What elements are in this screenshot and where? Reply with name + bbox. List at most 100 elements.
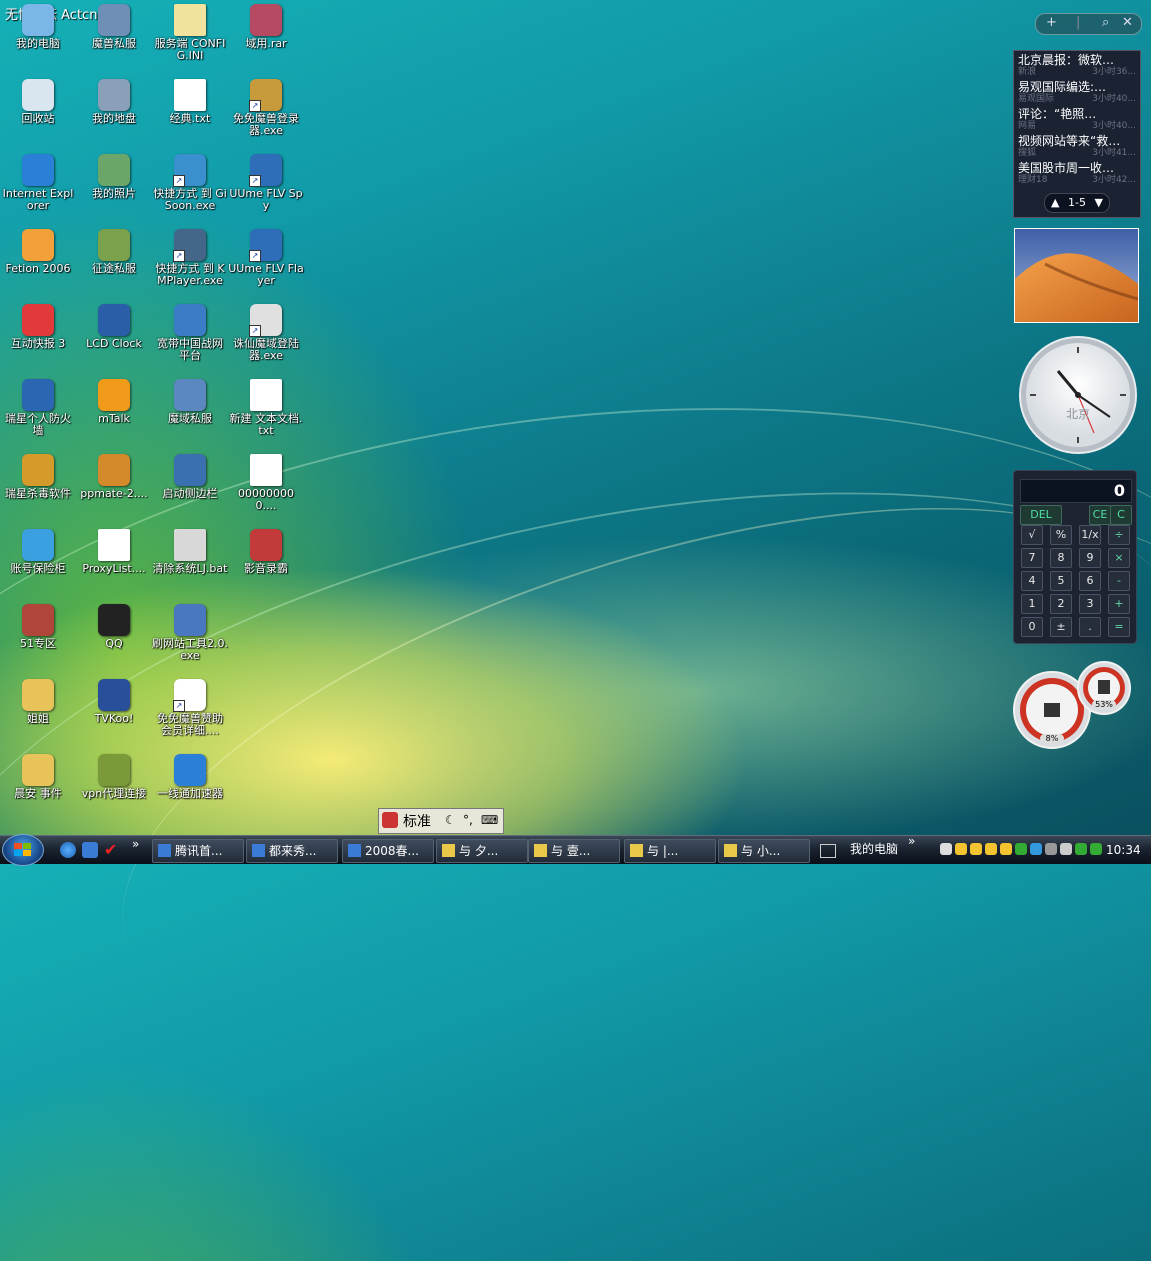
desktop-icon[interactable]: 我的照片 xyxy=(76,152,152,224)
ime-mode[interactable]: 标准 xyxy=(403,811,431,831)
desktop-icon[interactable]: vpn代理连接 xyxy=(76,752,152,824)
tray-icon[interactable] xyxy=(970,843,982,855)
desktop-icon[interactable]: LCD Clock xyxy=(76,302,152,374)
search-icon[interactable]: ⌕ xyxy=(1102,15,1109,30)
calculator-key[interactable]: + xyxy=(1108,594,1130,614)
calculator-key[interactable]: . xyxy=(1079,617,1101,637)
calculator-key[interactable]: 1/x xyxy=(1079,525,1101,545)
desktop-icon[interactable]: 魔兽私服 xyxy=(76,2,152,74)
tray-icon[interactable] xyxy=(1045,843,1057,855)
desktop-icon[interactable]: 魔域私服 xyxy=(152,377,228,449)
news-item[interactable]: 视频网站等来“救… 搜狐 3小时41... xyxy=(1018,134,1136,161)
desktop-icon[interactable]: 域用.rar xyxy=(228,2,304,74)
calculator-key[interactable]: 4 xyxy=(1021,571,1043,591)
desktop-icon[interactable]: TVKoo! xyxy=(76,677,152,749)
desktop-icon[interactable]: ↗ UUme FLV Flayer xyxy=(228,227,304,299)
desktop-icon[interactable]: 刷网站工具2.0.exe xyxy=(152,602,228,674)
tray-icon[interactable] xyxy=(1000,843,1012,855)
tray-icon[interactable] xyxy=(985,843,997,855)
toolbar-icon[interactable] xyxy=(820,844,836,858)
taskbar-button[interactable]: 2008春... xyxy=(342,839,434,863)
desktop-icon[interactable]: 经典.txt xyxy=(152,77,228,149)
calculator-key[interactable]: 7 xyxy=(1021,548,1043,568)
ie-quicklaunch-icon[interactable] xyxy=(60,842,76,858)
pager-down-icon[interactable]: ▼ xyxy=(1095,194,1103,212)
desktop-icon[interactable]: ProxyList.... xyxy=(76,527,152,599)
desktop-icon[interactable]: 瑞星个人防火墙 xyxy=(0,377,76,449)
tray-icon[interactable] xyxy=(1060,843,1072,855)
close-icon[interactable]: ✕ xyxy=(1122,15,1133,30)
desktop-icon[interactable]: 晨安 事件 xyxy=(0,752,76,824)
desktop-icon[interactable]: ↗ 免免魔兽赞助会员详细.... xyxy=(152,677,228,749)
tray-icon[interactable] xyxy=(1030,843,1042,855)
moon-icon[interactable]: ☾ xyxy=(445,813,456,827)
clock-gadget[interactable]: 北京 xyxy=(1018,335,1138,455)
taskbar-clock[interactable]: 10:34 xyxy=(1106,836,1141,864)
desktop-icon[interactable]: 宽带中国战网平台 xyxy=(152,302,228,374)
checkmark-quicklaunch-icon[interactable]: ✔ xyxy=(104,842,120,858)
calculator-key[interactable]: DEL xyxy=(1020,505,1062,525)
tray-icon[interactable] xyxy=(955,843,967,855)
desktop-icon[interactable]: 一线通加速器 xyxy=(152,752,228,824)
tray-icon[interactable] xyxy=(940,843,952,855)
desktop-icon[interactable]: 清除系统LJ.bat xyxy=(152,527,228,599)
calculator-key[interactable]: 2 xyxy=(1050,594,1072,614)
tray-icon[interactable] xyxy=(1075,843,1087,855)
desktop-icon[interactable]: ppmate-2.... xyxy=(76,452,152,524)
desktop-icon[interactable]: 启动侧边栏 xyxy=(152,452,228,524)
taskbar-button[interactable]: 与 小... xyxy=(718,839,810,863)
desktop-icon[interactable]: 账号保险柜 xyxy=(0,527,76,599)
calculator-key[interactable]: 1 xyxy=(1021,594,1043,614)
ime-toolbar[interactable]: 标准 ☾ °, ⌨ xyxy=(378,808,504,834)
taskbar-button[interactable]: 都来秀... xyxy=(246,839,338,863)
calculator-key[interactable]: C xyxy=(1110,505,1132,525)
desktop-icon[interactable]: ↗ UUme FLV Spy xyxy=(228,152,304,224)
news-item[interactable]: 美国股市周一收… 理财18 3小时42... xyxy=(1018,161,1136,188)
address-toolbar-label[interactable]: 我的电脑 xyxy=(850,836,898,862)
desktop-icon[interactable]: ↗ 诛仙魔域登陆器.exe xyxy=(228,302,304,374)
desktop-icon[interactable]: 我的电脑 xyxy=(0,2,76,74)
calculator-key[interactable]: - xyxy=(1108,571,1130,591)
punctuation-icon[interactable]: °, xyxy=(463,813,473,827)
calculator-key[interactable]: 0 xyxy=(1021,617,1043,637)
chevron-right-icon[interactable]: » xyxy=(908,834,915,848)
news-pager[interactable]: ▲ 1-5 ▼ xyxy=(1044,193,1110,213)
taskbar-button[interactable]: 腾讯首... xyxy=(152,839,244,863)
desktop-icon[interactable]: 回收站 xyxy=(0,77,76,149)
calculator-key[interactable]: 8 xyxy=(1050,548,1072,568)
desktop-icon[interactable]: 51专区 xyxy=(0,602,76,674)
tray-icon[interactable] xyxy=(1090,843,1102,855)
desktop-icon[interactable]: 影音录霸 xyxy=(228,527,304,599)
desktop-icon[interactable]: Internet Explorer xyxy=(0,152,76,224)
calculator-key[interactable]: 6 xyxy=(1079,571,1101,591)
calculator-key[interactable]: √ xyxy=(1021,525,1043,545)
pager-up-icon[interactable]: ▲ xyxy=(1051,194,1059,212)
calculator-key[interactable]: 5 xyxy=(1050,571,1072,591)
tray-icon[interactable] xyxy=(1015,843,1027,855)
desktop-icon[interactable]: 互动快报 3 xyxy=(0,302,76,374)
desktop-icon[interactable]: Fetion 2006 xyxy=(0,227,76,299)
desktop-icon[interactable]: ↗ 快捷方式 到 KMPlayer.exe xyxy=(152,227,228,299)
desktop-icon[interactable]: mTalk xyxy=(76,377,152,449)
desktop-icon[interactable]: 新建 文本文档.txt xyxy=(228,377,304,449)
calculator-key[interactable]: = xyxy=(1108,617,1130,637)
start-button[interactable] xyxy=(2,834,44,866)
desktop-icon[interactable]: QQ xyxy=(76,602,152,674)
news-item[interactable]: 评论：“艳照… 网易 3小时40... xyxy=(1018,107,1136,134)
add-gadget-icon[interactable]: + xyxy=(1046,15,1057,30)
keyboard-icon[interactable]: ⌨ xyxy=(481,813,498,827)
news-item[interactable]: 易观国际编选:… 易观国际 3小时40... xyxy=(1018,80,1136,107)
taskbar-button[interactable]: 与 |... xyxy=(624,839,716,863)
desktop-icon[interactable]: 瑞星杀毒软件 xyxy=(0,452,76,524)
taskbar-button[interactable]: 与 壹... xyxy=(528,839,620,863)
desktop-icon[interactable]: 我的地盘 xyxy=(76,77,152,149)
calculator-key[interactable]: × xyxy=(1108,548,1130,568)
news-item[interactable]: 北京晨报：微软… 新浪 3小时36... xyxy=(1018,53,1136,80)
desktop-icon[interactable]: ↗ 快捷方式 到 GiSoon.exe xyxy=(152,152,228,224)
calculator-key[interactable]: 9 xyxy=(1079,548,1101,568)
desktop-icon[interactable]: 征途私服 xyxy=(76,227,152,299)
desktop-icon[interactable]: ↗ 免免魔兽登录器.exe xyxy=(228,77,304,149)
calculator-key[interactable]: % xyxy=(1050,525,1072,545)
calculator-key[interactable]: ÷ xyxy=(1108,525,1130,545)
quicklaunch-icon[interactable] xyxy=(82,842,98,858)
